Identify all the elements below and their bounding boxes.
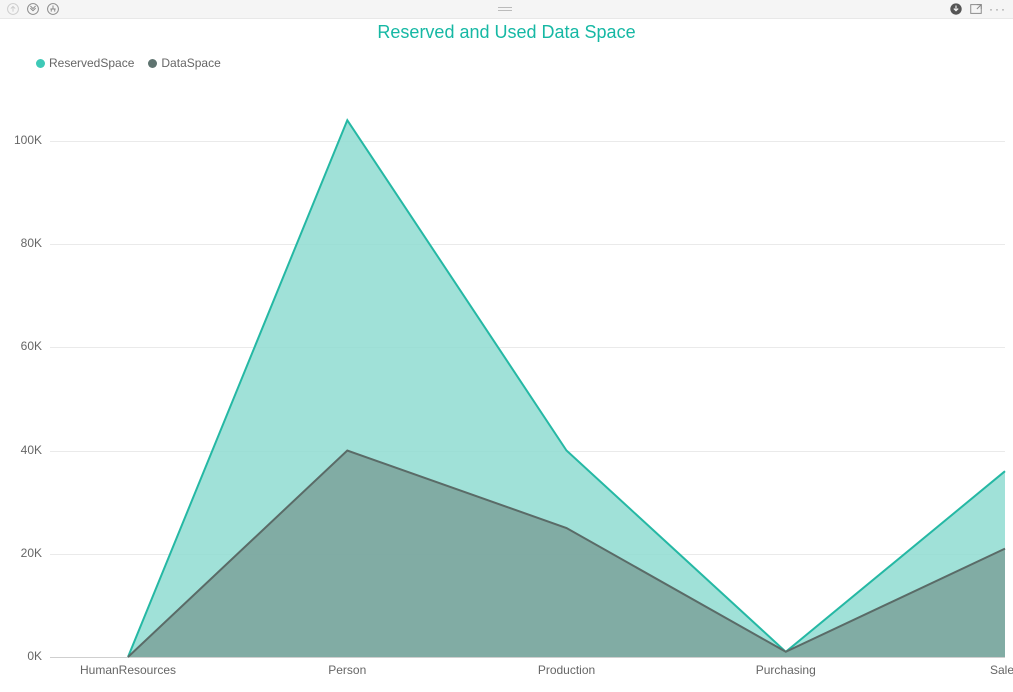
drill-mode-icon[interactable] <box>949 2 963 16</box>
chart-visual: ··· Reserved and Used Data Space Reserve… <box>0 0 1013 692</box>
drill-down-icon[interactable] <box>26 2 40 16</box>
legend-swatch-reserved <box>36 59 45 68</box>
chart-plot-area: 0K20K40K60K80K100KHumanResourcesPersonPr… <box>0 80 1013 692</box>
drag-handle-icon[interactable] <box>496 7 514 11</box>
legend-item-reserved[interactable]: ReservedSpace <box>36 56 134 70</box>
drill-up-icon[interactable] <box>6 2 20 16</box>
expand-next-level-icon[interactable] <box>46 2 60 16</box>
focus-mode-icon[interactable] <box>969 2 983 16</box>
legend-label-reserved: ReservedSpace <box>49 56 134 70</box>
chart-legend: ReservedSpace DataSpace <box>36 56 221 70</box>
chart-svg <box>0 80 1013 692</box>
legend-label-data: DataSpace <box>161 56 220 70</box>
legend-item-data[interactable]: DataSpace <box>148 56 220 70</box>
chart-title: Reserved and Used Data Space <box>0 22 1013 43</box>
legend-swatch-data <box>148 59 157 68</box>
visual-header-toolbar: ··· <box>0 0 1013 19</box>
more-options-icon[interactable]: ··· <box>989 2 1007 16</box>
